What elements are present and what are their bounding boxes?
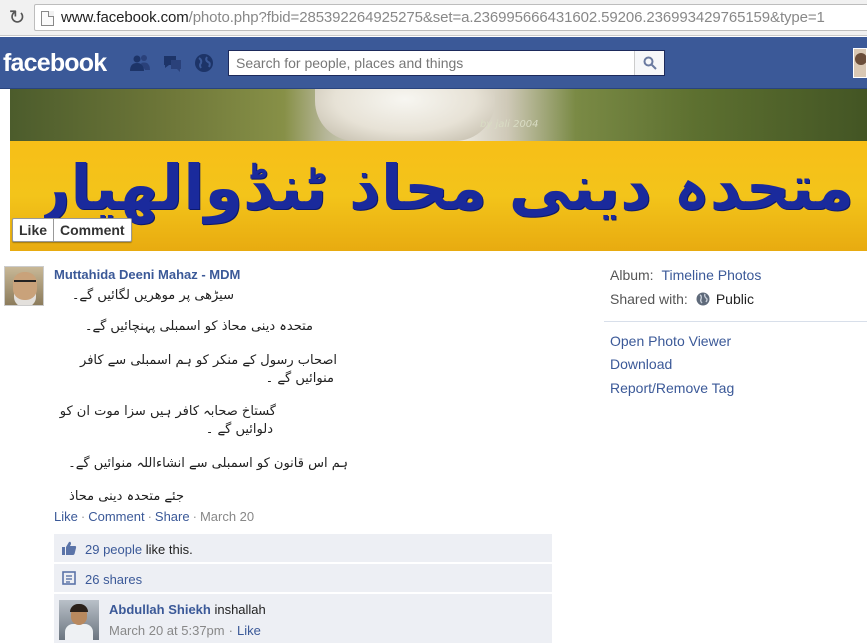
open-photo-viewer-link[interactable]: Open Photo Viewer (610, 333, 731, 349)
post-line: منوائیں گے ۔ (265, 371, 334, 386)
search-input[interactable] (229, 51, 629, 75)
browser-toolbar: ↻ www.facebook.com/photo.php?fbid=285392… (0, 0, 867, 36)
post-line: اصحاب رسول کے منکر کو ہم اسمبلی سے کافر (80, 353, 337, 368)
commenter-name[interactable]: Abdullah Shiekh (109, 602, 211, 617)
post-line: سیڑھی پر موھریں لگائیں گے۔ (71, 288, 234, 303)
avatar-face (13, 272, 37, 300)
notifications-globe-icon[interactable] (193, 53, 215, 73)
search-icon (643, 56, 657, 70)
report-remove-tag-link[interactable]: Report/Remove Tag (610, 380, 734, 396)
comment-meta: March 20 at 5:37pm · Like (109, 623, 261, 638)
photo-banner: متحدہ دینی محاذ ٹنڈوالھیار (10, 141, 867, 251)
url-path: /photo.php?fbid=285392264925275&set=a.23… (188, 9, 825, 26)
likes-row: 29 people like this. (54, 534, 552, 563)
photo-figure (315, 89, 495, 141)
likes-suffix: like this. (142, 542, 193, 557)
privacy-value[interactable]: Public (716, 291, 754, 307)
photo-actions: Like Comment (12, 218, 132, 242)
post-author[interactable]: Muttahida Deeni Mahaz - MDM (54, 267, 240, 282)
separator: · (80, 509, 86, 524)
public-globe-icon (696, 292, 710, 306)
address-bar[interactable]: www.facebook.com/photo.php?fbid=28539226… (34, 4, 867, 31)
photo[interactable]: by jali 2004 متحدہ دینی محاذ ٹنڈوالھیار … (10, 89, 867, 251)
shares-row: 26 shares (54, 564, 552, 593)
comment-text: inshallah (210, 602, 266, 617)
separator: · (192, 509, 197, 524)
privacy-info: Shared with: Public (610, 291, 754, 307)
post-timestamp[interactable]: March 20 (200, 509, 254, 524)
post-line: گستاخ صحابہ کافر ہیں سزا موت ان کو (59, 404, 276, 419)
album-info: Album: Timeline Photos (610, 267, 761, 283)
photo-image-top: by jali 2004 (10, 89, 867, 141)
download-link[interactable]: Download (610, 356, 672, 372)
photo-like-button[interactable]: Like (13, 219, 53, 241)
post-actions: Like · Comment · Share · March 20 (54, 509, 254, 524)
avatar-hair (70, 604, 88, 612)
separator: · (147, 509, 152, 524)
profile-avatar[interactable] (853, 48, 867, 78)
post-line: متحدہ دینی محاذ کو اسمبلی پہنچائیں گے۔ (84, 319, 313, 334)
comment-like-link[interactable]: Like (237, 623, 261, 638)
likes-text: 29 people like this. (85, 542, 193, 557)
shares-link[interactable]: 26 shares (85, 572, 142, 587)
comment-timestamp[interactable]: March 20 at 5:37pm (109, 623, 225, 638)
author-avatar[interactable] (4, 266, 44, 306)
avatar-glasses (14, 280, 36, 284)
post-like-link[interactable]: Like (54, 509, 78, 524)
comment-item: Abdullah Shiekh inshallah March 20 at 5:… (54, 594, 552, 644)
post-line: ہم اس قانون کو اسمبلی سے انشاءاللہ منوائ… (68, 456, 348, 471)
page-icon (41, 11, 54, 26)
search-button[interactable] (634, 51, 664, 75)
avatar-body (65, 624, 93, 640)
reload-icon[interactable]: ↻ (6, 6, 28, 28)
search-box (228, 50, 665, 76)
commenter-avatar[interactable] (59, 600, 99, 640)
post-line: دلوائیں گے ۔ (205, 422, 273, 437)
post-share-link[interactable]: Share (155, 509, 190, 524)
share-icon (62, 571, 76, 585)
banner-text: متحدہ دینی محاذ ٹنڈوالھیار (44, 151, 854, 224)
separator: · (228, 623, 233, 638)
album-link[interactable]: Timeline Photos (661, 267, 761, 283)
comment-body: Abdullah Shiekh inshallah (109, 602, 266, 617)
url-host: www.facebook.com (61, 9, 189, 26)
shared-with-label: Shared with: (610, 291, 688, 307)
sidebar-divider (604, 321, 867, 322)
url-text[interactable]: www.facebook.com/photo.php?fbid=28539226… (61, 9, 825, 26)
messages-icon[interactable] (161, 53, 183, 73)
friend-requests-icon[interactable] (129, 53, 151, 73)
shares-text: 26 shares (85, 572, 142, 587)
facebook-header: facebook (0, 37, 867, 89)
thumbs-up-icon (62, 541, 77, 555)
photo-comment-button[interactable]: Comment (53, 219, 131, 241)
likes-count-link[interactable]: 29 people (85, 542, 142, 557)
post-line: جئے متحدہ دینی محاذ (69, 489, 184, 504)
album-label: Album: (610, 267, 654, 283)
photo-watermark: by jali 2004 (480, 119, 539, 130)
post-comment-link[interactable]: Comment (88, 509, 144, 524)
facebook-logo[interactable]: facebook (3, 49, 107, 78)
